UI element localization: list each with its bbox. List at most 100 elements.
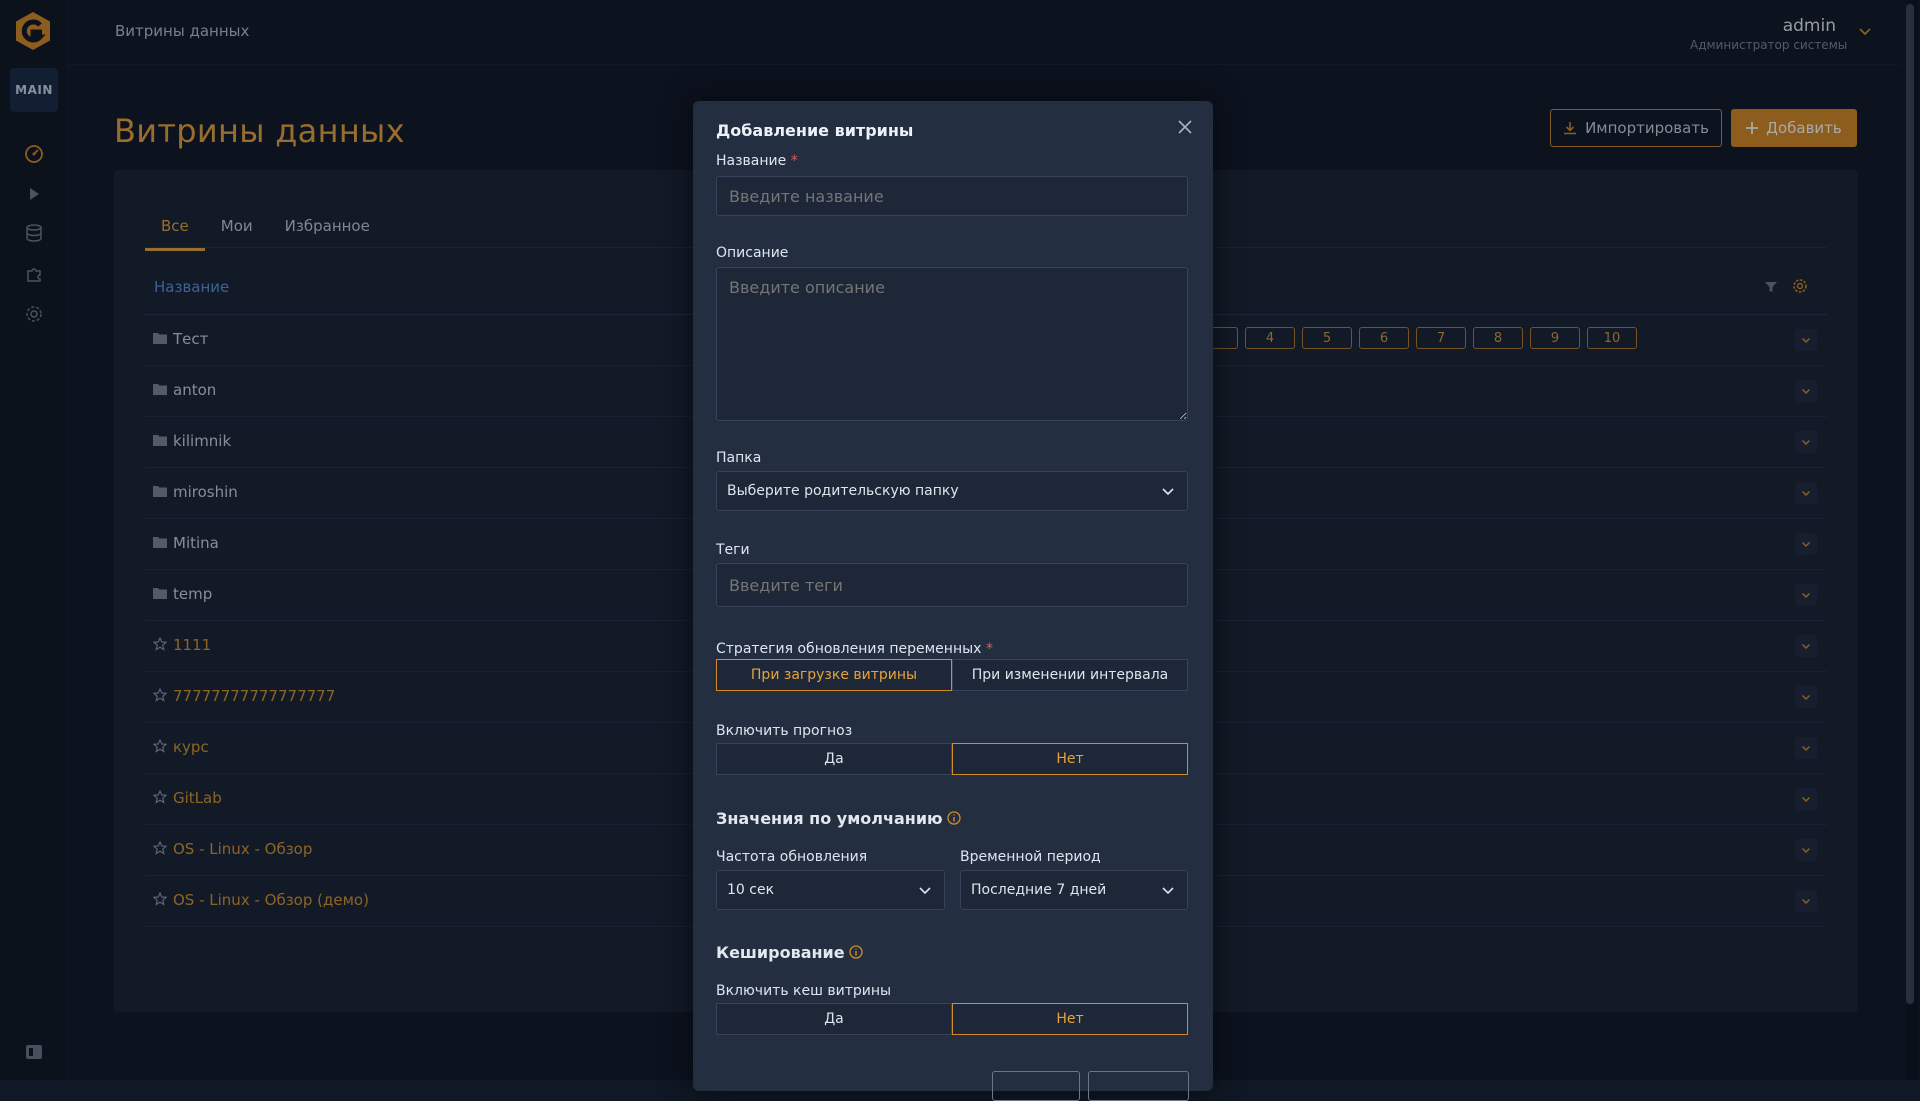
filter-icon[interactable]: [1764, 280, 1778, 294]
star-icon[interactable]: [153, 892, 167, 906]
row-expand-button[interactable]: [1795, 788, 1817, 810]
name-input[interactable]: [716, 176, 1188, 216]
tab-all[interactable]: Все: [145, 214, 205, 251]
folder-icon: [153, 435, 167, 446]
folder-select-value: Выберите родительскую папку: [727, 483, 959, 499]
page-button[interactable]: 8: [1473, 327, 1523, 349]
page-button[interactable]: 6: [1359, 327, 1409, 349]
import-button[interactable]: Импортировать: [1550, 109, 1722, 147]
page-button-partial[interactable]: [1212, 327, 1238, 349]
star-icon[interactable]: [153, 739, 167, 753]
breadcrumb[interactable]: Витрины данных: [115, 22, 249, 40]
table-settings-gear-icon[interactable]: [1792, 278, 1808, 294]
time-period-select[interactable]: Последние 7 дней: [960, 870, 1188, 910]
row-label: kilimnik: [173, 432, 232, 450]
row-label: Тест: [173, 330, 209, 348]
save-button[interactable]: [1088, 1071, 1189, 1101]
strategy-toggle: При загрузке витрины При изменении интер…: [716, 659, 1188, 691]
page-title: Витрины данных: [114, 112, 405, 150]
folder-icon: [153, 588, 167, 599]
forecast-label: Включить прогноз: [716, 723, 853, 739]
row-expand-button[interactable]: [1795, 482, 1817, 504]
main-workspace-badge[interactable]: MAIN: [10, 68, 58, 112]
dashboard-icon[interactable]: [23, 143, 45, 165]
strategy-option-on-load[interactable]: При загрузке витрины: [716, 659, 952, 691]
folder-label: Папка: [716, 450, 762, 466]
add-button[interactable]: Добавить: [1731, 109, 1857, 147]
column-header-name[interactable]: Название: [154, 278, 229, 296]
forecast-option-yes[interactable]: Да: [716, 743, 952, 775]
row-label: miroshin: [173, 483, 238, 501]
chevron-down-icon[interactable]: [1858, 24, 1872, 38]
pagination: 4 5 6 7 8 9 10: [1212, 327, 1637, 349]
folder-icon: [153, 384, 167, 395]
star-icon[interactable]: [153, 790, 167, 804]
row-label: OS - Linux - Обзор (демо): [173, 891, 369, 909]
folder-icon: [153, 333, 167, 344]
play-icon[interactable]: [23, 183, 45, 205]
page-button[interactable]: 9: [1530, 327, 1580, 349]
tags-input[interactable]: [716, 563, 1188, 607]
row-expand-button[interactable]: [1795, 380, 1817, 402]
chevron-down-icon: [1801, 541, 1811, 548]
page-scrollbar[interactable]: [1906, 0, 1918, 1080]
forecast-toggle: Да Нет: [716, 743, 1188, 775]
row-label: temp: [173, 585, 213, 603]
row-label: Mitina: [173, 534, 219, 552]
cache-option-yes[interactable]: Да: [716, 1003, 952, 1035]
plus-icon: [1746, 122, 1759, 134]
chevron-down-icon: [1801, 847, 1811, 854]
row-expand-button[interactable]: [1795, 686, 1817, 708]
logo-icon[interactable]: [13, 11, 53, 51]
cache-option-no[interactable]: Нет: [952, 1003, 1188, 1035]
info-icon[interactable]: [946, 811, 961, 825]
row-expand-button[interactable]: [1795, 584, 1817, 606]
cache-title-text: Кеширование: [716, 943, 845, 962]
name-label: Название *: [716, 153, 798, 169]
chevron-down-icon: [1801, 643, 1811, 650]
collapse-sidebar-icon[interactable]: [26, 1045, 42, 1059]
tab-mine[interactable]: Мои: [205, 214, 269, 248]
gear-icon[interactable]: [23, 303, 45, 325]
page-button[interactable]: 4: [1245, 327, 1295, 349]
chevron-down-icon: [1801, 337, 1811, 344]
cache-section-title: Кеширование: [716, 943, 863, 962]
row-expand-button[interactable]: [1795, 329, 1817, 351]
row-expand-button[interactable]: [1795, 839, 1817, 861]
row-expand-button[interactable]: [1795, 533, 1817, 555]
strategy-option-on-interval[interactable]: При изменении интервала: [952, 659, 1188, 691]
chevron-down-icon: [919, 887, 931, 895]
page-button[interactable]: 7: [1416, 327, 1466, 349]
tab-favorites[interactable]: Избранное: [269, 214, 386, 248]
row-expand-button[interactable]: [1795, 431, 1817, 453]
cancel-button[interactable]: [992, 1071, 1080, 1101]
row-expand-button[interactable]: [1795, 737, 1817, 759]
chevron-down-icon: [1162, 887, 1174, 895]
page-button[interactable]: 5: [1302, 327, 1352, 349]
database-icon[interactable]: [23, 222, 45, 244]
folder-select[interactable]: Выберите родительскую папку: [716, 471, 1188, 511]
row-expand-button[interactable]: [1795, 635, 1817, 657]
chevron-down-icon: [1801, 898, 1811, 905]
cache-toggle: Да Нет: [716, 1003, 1188, 1035]
scrollbar-thumb[interactable]: [1906, 4, 1914, 1004]
defaults-title-text: Значения по умолчанию: [716, 809, 943, 828]
star-icon[interactable]: [153, 688, 167, 702]
refresh-rate-select[interactable]: 10 сек: [716, 870, 945, 910]
close-icon[interactable]: [1177, 119, 1193, 135]
chevron-down-icon: [1801, 490, 1811, 497]
cache-label: Включить кеш витрины: [716, 983, 892, 999]
strategy-label-text: Стратегия обновления переменных: [716, 641, 982, 657]
required-marker: *: [985, 641, 993, 657]
forecast-option-no[interactable]: Нет: [952, 743, 1188, 775]
description-textarea[interactable]: [716, 267, 1188, 421]
name-label-text: Название: [716, 153, 787, 169]
row-expand-button[interactable]: [1795, 890, 1817, 912]
info-icon[interactable]: [848, 945, 863, 959]
star-icon[interactable]: [153, 637, 167, 651]
puzzle-icon[interactable]: [23, 263, 45, 285]
star-icon[interactable]: [153, 841, 167, 855]
page-button[interactable]: 10: [1587, 327, 1637, 349]
user-name[interactable]: admin: [1783, 16, 1836, 36]
row-label: 77777777777777777: [173, 687, 336, 705]
